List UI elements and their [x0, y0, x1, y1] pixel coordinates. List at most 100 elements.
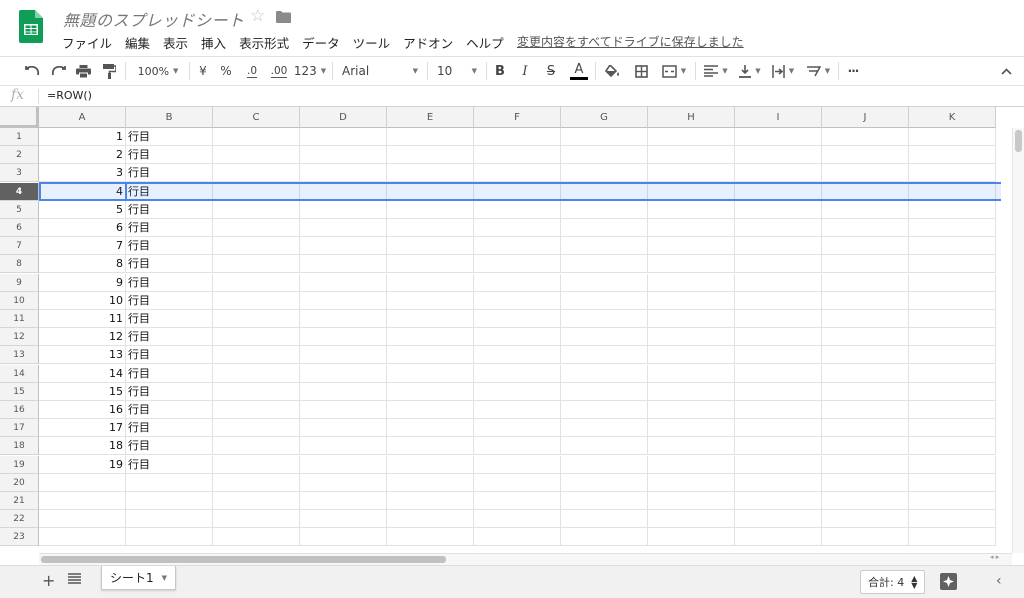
- cell-c6[interactable]: [213, 219, 300, 237]
- cell-k6[interactable]: [909, 219, 996, 237]
- cell-b22[interactable]: [126, 510, 213, 528]
- add-sheet-button[interactable]: +: [42, 571, 55, 590]
- cell-k2[interactable]: [909, 146, 996, 164]
- cell-h9[interactable]: [648, 274, 735, 292]
- cell-d17[interactable]: [300, 419, 387, 437]
- cell-b19[interactable]: 行目: [126, 456, 213, 474]
- cell-g17[interactable]: [561, 419, 648, 437]
- save-status-link[interactable]: 変更内容をすべてドライブに保存しました: [517, 33, 744, 50]
- cell-h16[interactable]: [648, 401, 735, 419]
- cell-i15[interactable]: [735, 383, 822, 401]
- cell-c4[interactable]: [213, 183, 300, 201]
- cell-b9[interactable]: 行目: [126, 274, 213, 292]
- menu-item[interactable]: 表示形式: [239, 33, 289, 52]
- cell-c17[interactable]: [213, 419, 300, 437]
- cell-g6[interactable]: [561, 219, 648, 237]
- cell-e3[interactable]: [387, 164, 474, 182]
- row-header[interactable]: 6: [0, 219, 39, 237]
- borders-button[interactable]: [631, 57, 651, 85]
- cell-c15[interactable]: [213, 383, 300, 401]
- cell-a5[interactable]: 5: [39, 201, 126, 219]
- cell-e14[interactable]: [387, 365, 474, 383]
- cell-j15[interactable]: [822, 383, 909, 401]
- cell-h15[interactable]: [648, 383, 735, 401]
- cell-c1[interactable]: [213, 128, 300, 146]
- cell-a20[interactable]: [39, 474, 126, 492]
- cell-h21[interactable]: [648, 492, 735, 510]
- cell-e15[interactable]: [387, 383, 474, 401]
- row-header[interactable]: 22: [0, 510, 39, 528]
- cell-k23[interactable]: [909, 528, 996, 546]
- cell-j9[interactable]: [822, 274, 909, 292]
- cell-k9[interactable]: [909, 274, 996, 292]
- cell-g22[interactable]: [561, 510, 648, 528]
- cell-b18[interactable]: 行目: [126, 437, 213, 455]
- cell-i12[interactable]: [735, 328, 822, 346]
- cell-f20[interactable]: [474, 474, 561, 492]
- cell-c9[interactable]: [213, 274, 300, 292]
- horizontal-align-button[interactable]: ▼: [700, 57, 732, 85]
- cell-g10[interactable]: [561, 292, 648, 310]
- cell-i2[interactable]: [735, 146, 822, 164]
- cell-i18[interactable]: [735, 437, 822, 455]
- cell-b2[interactable]: 行目: [126, 146, 213, 164]
- cell-f23[interactable]: [474, 528, 561, 546]
- menu-item[interactable]: ヘルプ: [466, 33, 504, 52]
- cell-f19[interactable]: [474, 456, 561, 474]
- cell-f18[interactable]: [474, 437, 561, 455]
- cell-h7[interactable]: [648, 237, 735, 255]
- cell-d15[interactable]: [300, 383, 387, 401]
- cell-e5[interactable]: [387, 201, 474, 219]
- folder-icon[interactable]: [276, 11, 291, 23]
- cell-f15[interactable]: [474, 383, 561, 401]
- cell-d1[interactable]: [300, 128, 387, 146]
- column-header-j[interactable]: J: [822, 107, 909, 128]
- cell-h5[interactable]: [648, 201, 735, 219]
- row-header[interactable]: 15: [0, 383, 39, 401]
- cell-g19[interactable]: [561, 456, 648, 474]
- explore-button[interactable]: [940, 573, 957, 590]
- column-header-i[interactable]: I: [735, 107, 822, 128]
- cell-d12[interactable]: [300, 328, 387, 346]
- column-header-a[interactable]: A: [39, 107, 126, 128]
- cell-c23[interactable]: [213, 528, 300, 546]
- cell-j23[interactable]: [822, 528, 909, 546]
- cell-j16[interactable]: [822, 401, 909, 419]
- cell-i20[interactable]: [735, 474, 822, 492]
- cell-k22[interactable]: [909, 510, 996, 528]
- cell-d14[interactable]: [300, 365, 387, 383]
- row-header[interactable]: 17: [0, 419, 39, 437]
- cell-c13[interactable]: [213, 346, 300, 364]
- sum-indicator[interactable]: 合計: 4 ▲ ▼: [860, 570, 926, 594]
- cell-c10[interactable]: [213, 292, 300, 310]
- cell-e10[interactable]: [387, 292, 474, 310]
- cell-c21[interactable]: [213, 492, 300, 510]
- cell-g9[interactable]: [561, 274, 648, 292]
- text-rotation-button[interactable]: ▼: [802, 57, 834, 85]
- cell-d19[interactable]: [300, 456, 387, 474]
- cell-c18[interactable]: [213, 437, 300, 455]
- chevron-down-icon[interactable]: ▼: [162, 574, 167, 582]
- cell-e19[interactable]: [387, 456, 474, 474]
- cell-h11[interactable]: [648, 310, 735, 328]
- column-header-d[interactable]: D: [300, 107, 387, 128]
- font-family-select[interactable]: Arial ▼: [338, 57, 422, 85]
- cell-i5[interactable]: [735, 201, 822, 219]
- menu-item[interactable]: ツール: [353, 33, 391, 52]
- cell-k3[interactable]: [909, 164, 996, 182]
- cell-d21[interactable]: [300, 492, 387, 510]
- cell-e9[interactable]: [387, 274, 474, 292]
- cell-i7[interactable]: [735, 237, 822, 255]
- cell-a2[interactable]: 2: [39, 146, 126, 164]
- cell-b21[interactable]: [126, 492, 213, 510]
- cell-j10[interactable]: [822, 292, 909, 310]
- cell-h1[interactable]: [648, 128, 735, 146]
- cell-a16[interactable]: 16: [39, 401, 126, 419]
- cell-d4[interactable]: [300, 183, 387, 201]
- cell-f2[interactable]: [474, 146, 561, 164]
- cell-a17[interactable]: 17: [39, 419, 126, 437]
- cell-k16[interactable]: [909, 401, 996, 419]
- cell-c12[interactable]: [213, 328, 300, 346]
- cell-a3[interactable]: 3: [39, 164, 126, 182]
- cell-k20[interactable]: [909, 474, 996, 492]
